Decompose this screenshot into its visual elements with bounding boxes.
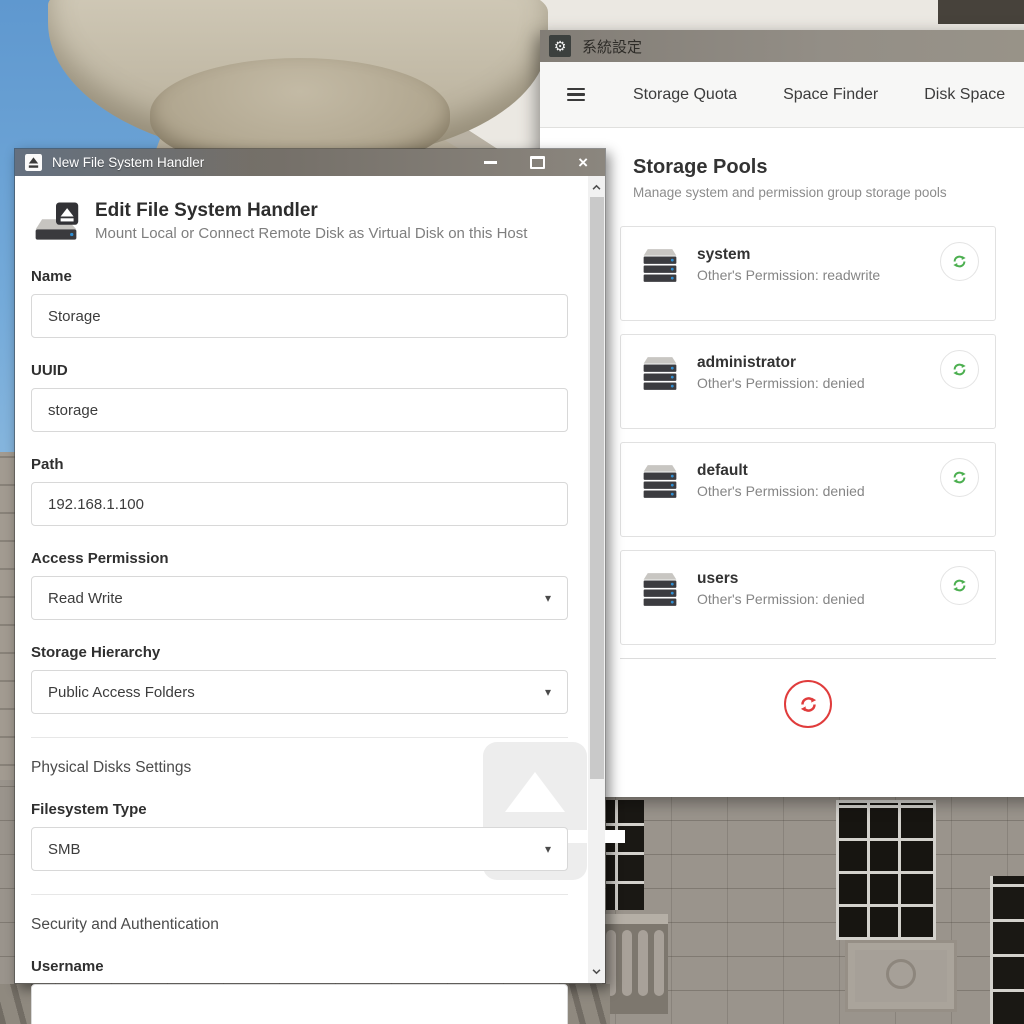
- maximize-button[interactable]: [530, 156, 545, 169]
- server-icon: [642, 462, 678, 501]
- photo-balustrade: [602, 922, 668, 1014]
- pool-card-users[interactable]: users Other's Permission: denied: [620, 550, 996, 645]
- pool-card-system[interactable]: system Other's Permission: readwrite: [620, 226, 996, 321]
- uuid-input[interactable]: [31, 388, 568, 432]
- photo-window-left: [606, 800, 644, 910]
- gear-icon: ⚙: [549, 35, 571, 57]
- filesystem-type-select[interactable]: SMB ▾: [31, 827, 568, 871]
- refresh-icon: [951, 361, 968, 378]
- drive-eject-icon: [31, 200, 81, 244]
- photo-window-right: [990, 876, 1024, 1024]
- photo-cornice-shadow: [938, 0, 1024, 24]
- settings-window-title: 系統設定: [582, 36, 642, 57]
- refresh-icon: [798, 694, 819, 715]
- filesystem-type-label: Filesystem Type: [31, 801, 568, 818]
- storage-hierarchy-label: Storage Hierarchy: [31, 644, 568, 661]
- server-icon: [642, 354, 678, 393]
- storage-pools-panel: Storage Pools Manage system and permissi…: [540, 128, 1024, 797]
- uuid-label: UUID: [31, 362, 568, 379]
- refresh-all-button[interactable]: [784, 680, 832, 728]
- path-label: Path: [31, 456, 568, 473]
- pool-card-administrator[interactable]: administrator Other's Permission: denied: [620, 334, 996, 429]
- photo-baluster: [622, 930, 632, 996]
- photo-baluster: [654, 930, 664, 996]
- name-label: Name: [31, 268, 568, 285]
- hamburger-menu-icon[interactable]: [567, 88, 585, 102]
- dialog-form: Edit File System Handler Mount Local or …: [15, 176, 588, 983]
- access-permission-select[interactable]: Read Write ▾: [31, 576, 568, 620]
- refresh-pool-button[interactable]: [940, 242, 979, 281]
- server-icon: [642, 570, 678, 609]
- security-section-header: Security and Authentication: [31, 916, 568, 934]
- divider: [620, 658, 996, 659]
- username-input[interactable]: [31, 984, 568, 1024]
- tab-disk-space[interactable]: Disk Space: [924, 86, 1005, 104]
- refresh-icon: [951, 469, 968, 486]
- pool-permission: Other's Permission: denied: [697, 483, 865, 499]
- eject-disk-icon: [25, 154, 42, 171]
- refresh-pool-button[interactable]: [940, 566, 979, 605]
- storage-hierarchy-select[interactable]: Public Access Folders ▾: [31, 670, 568, 714]
- scroll-up-arrow-icon[interactable]: [588, 178, 605, 197]
- system-settings-window: ⚙ 系統設定 Storage Quota Space Finder Disk S…: [540, 30, 1024, 797]
- settings-titlebar[interactable]: ⚙ 系統設定: [540, 30, 1024, 62]
- scrollbar[interactable]: [588, 176, 605, 983]
- dialog-title: New File System Handler: [52, 155, 204, 170]
- refresh-icon: [951, 253, 968, 270]
- dialog-body: Edit File System Handler Mount Local or …: [15, 176, 605, 983]
- path-input[interactable]: [31, 482, 568, 526]
- page-title: Storage Pools: [633, 156, 1024, 179]
- scrollbar-thumb[interactable]: [590, 197, 604, 779]
- dialog-titlebar[interactable]: New File System Handler ×: [15, 149, 605, 176]
- chevron-down-icon: ▾: [545, 685, 551, 699]
- pool-card-default[interactable]: default Other's Permission: denied: [620, 442, 996, 537]
- pool-name: users: [697, 570, 865, 588]
- close-button[interactable]: ×: [578, 154, 588, 171]
- photo-left-column: [0, 452, 15, 792]
- refresh-pool-button[interactable]: [940, 458, 979, 497]
- file-system-handler-dialog: New File System Handler × Edit File Syst…: [14, 148, 606, 984]
- refresh-pool-button[interactable]: [940, 350, 979, 389]
- physical-disks-section-header: Physical Disks Settings: [31, 759, 568, 777]
- refresh-icon: [951, 577, 968, 594]
- pool-name: default: [697, 462, 865, 480]
- pool-permission: Other's Permission: denied: [697, 591, 865, 607]
- pool-permission: Other's Permission: readwrite: [697, 267, 880, 283]
- divider: [31, 894, 568, 895]
- form-title: Edit File System Handler: [95, 200, 527, 222]
- tab-storage-quota[interactable]: Storage Quota: [633, 86, 737, 104]
- screen: ⚙ 系統設定 Storage Quota Space Finder Disk S…: [0, 0, 1024, 1024]
- settings-tabs: Storage Quota Space Finder Disk Space: [633, 86, 1005, 104]
- minimize-button[interactable]: [484, 161, 497, 164]
- photo-relief-panel: [845, 940, 957, 1012]
- photo-window-center: [836, 800, 936, 940]
- pool-permission: Other's Permission: denied: [697, 375, 865, 391]
- pool-name: system: [697, 246, 880, 264]
- settings-toolbar: Storage Quota Space Finder Disk Space: [540, 62, 1024, 128]
- pool-name: administrator: [697, 354, 865, 372]
- name-input[interactable]: [31, 294, 568, 338]
- pool-list: system Other's Permission: readwrite adm…: [620, 226, 996, 645]
- server-icon: [642, 246, 678, 285]
- scroll-down-arrow-icon[interactable]: [588, 962, 605, 981]
- divider: [31, 737, 568, 738]
- chevron-down-icon: ▾: [545, 842, 551, 856]
- photo-baluster: [638, 930, 648, 996]
- page-subtitle: Manage system and permission group stora…: [633, 185, 1024, 200]
- chevron-down-icon: ▾: [545, 591, 551, 605]
- form-subtitle: Mount Local or Connect Remote Disk as Vi…: [95, 225, 527, 242]
- access-permission-label: Access Permission: [31, 550, 568, 567]
- tab-space-finder[interactable]: Space Finder: [783, 86, 878, 104]
- username-label: Username: [31, 958, 568, 975]
